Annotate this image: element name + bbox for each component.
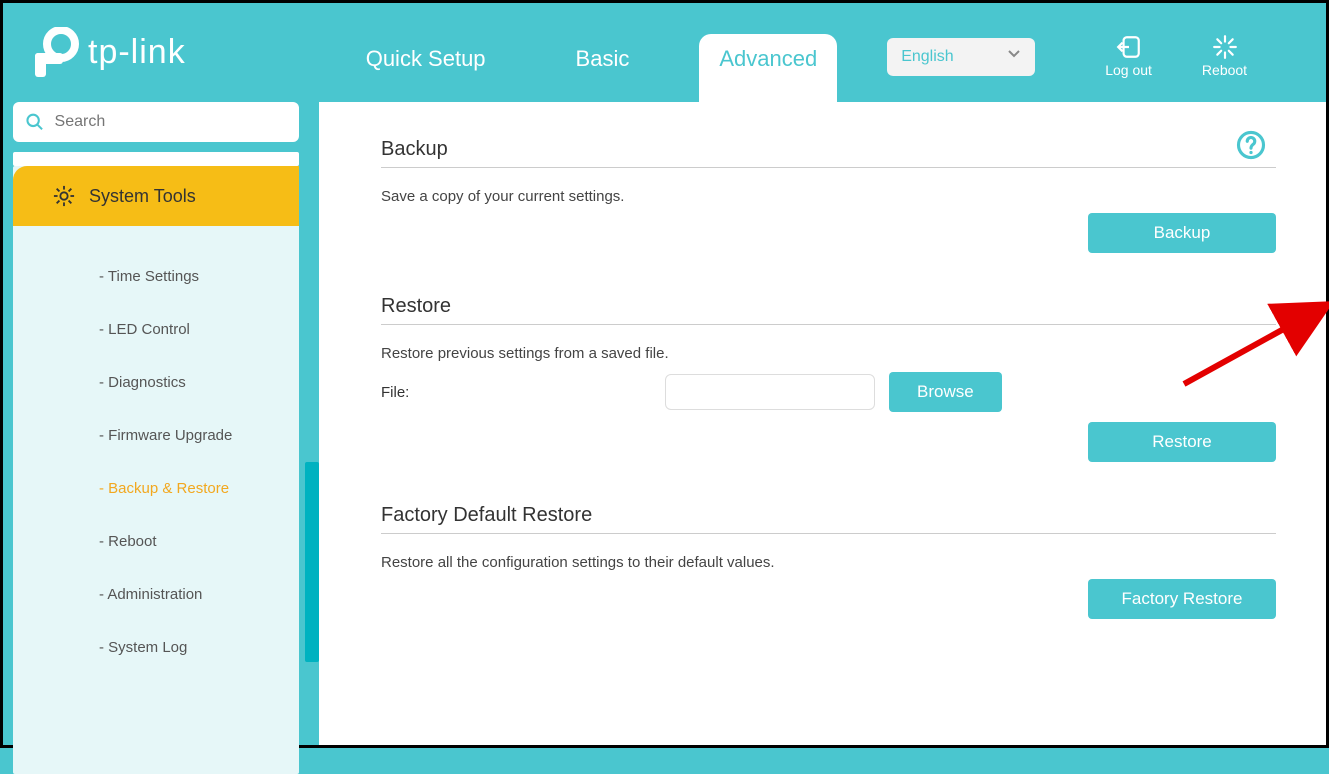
sidebar: System Tools - Time Settings- LED Contro… [3,102,319,745]
brand-text: tp-link [88,33,186,72]
divider [381,324,1276,325]
header-actions: Log out Reboot [1105,34,1247,78]
help-button[interactable] [1236,130,1266,165]
tp-link-logo-icon [28,27,80,79]
sidebar-item[interactable]: - Backup & Restore [13,462,299,515]
section-title-restore: Restore [381,295,1276,318]
main-tabs: Quick Setup Basic Advanced [346,3,838,102]
tab-basic[interactable]: Basic [556,34,650,102]
reboot-icon [1212,34,1238,60]
sidebar-menu: System Tools - Time Settings- LED Contro… [13,166,299,774]
main-content: Backup Save a copy of your current setti… [319,102,1326,745]
app-header: tp-link Quick Setup Basic Advanced Engli… [3,3,1326,102]
logout-button[interactable]: Log out [1105,34,1152,78]
sidebar-item[interactable]: - Firmware Upgrade [13,409,299,462]
brand-logo: tp-link [28,27,186,79]
logout-icon [1116,34,1142,60]
sidebar-spacer [13,152,299,166]
sidebar-item[interactable]: - Time Settings [13,250,299,303]
factory-restore-button[interactable]: Factory Restore [1088,579,1276,619]
help-icon [1236,130,1266,160]
language-select[interactable]: English [887,38,1035,76]
section-title-backup: Backup [381,138,1276,161]
search-box[interactable] [13,102,299,142]
scrollbar-thumb[interactable] [305,462,319,662]
sidebar-header-label: System Tools [89,186,196,207]
reboot-label: Reboot [1202,62,1247,78]
sidebar-item[interactable]: - LED Control [13,303,299,356]
sidebar-item[interactable]: - Administration [13,568,299,621]
tab-quick-setup[interactable]: Quick Setup [346,34,506,102]
divider [381,533,1276,534]
sidebar-item[interactable]: - System Log [13,621,299,674]
reboot-button[interactable]: Reboot [1202,34,1247,78]
chevron-down-icon [1007,47,1021,66]
gear-icon [53,185,75,207]
sidebar-header-system-tools[interactable]: System Tools [13,166,299,226]
sidebar-item[interactable]: - Reboot [13,515,299,568]
divider [381,167,1276,168]
language-value: English [901,48,953,66]
file-input[interactable] [665,374,875,410]
section-title-factory: Factory Default Restore [381,504,1276,527]
search-input[interactable] [55,113,287,131]
tab-advanced[interactable]: Advanced [699,34,837,102]
search-icon [25,111,45,133]
file-label: File: [381,384,651,401]
restore-desc: Restore previous settings from a saved f… [381,345,1276,362]
sidebar-item[interactable]: - Diagnostics [13,356,299,409]
browse-button[interactable]: Browse [889,372,1002,412]
backup-desc: Save a copy of your current settings. [381,188,1276,205]
factory-desc: Restore all the configuration settings t… [381,554,1276,571]
backup-button[interactable]: Backup [1088,213,1276,253]
restore-button[interactable]: Restore [1088,422,1276,462]
logout-label: Log out [1105,62,1152,78]
